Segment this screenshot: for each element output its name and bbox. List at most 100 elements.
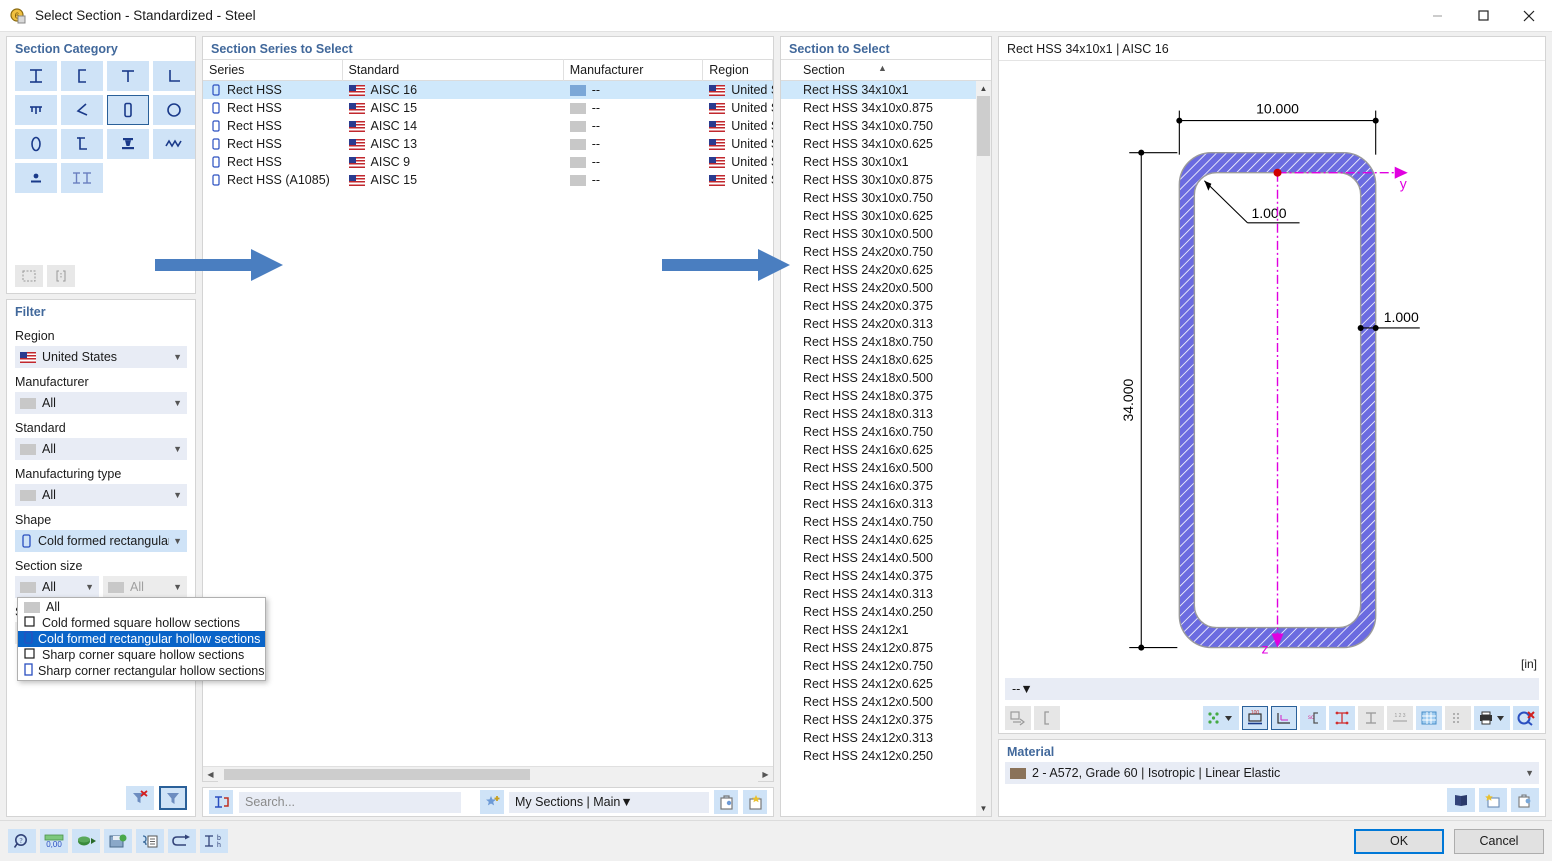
- list-item[interactable]: Rect HSS 24x18x0.375: [781, 387, 991, 405]
- scroll-up-icon[interactable]: ▲: [976, 81, 991, 96]
- minimize-button[interactable]: [1414, 0, 1460, 32]
- list-item[interactable]: Rect HSS 24x14x0.250: [781, 603, 991, 621]
- clear-filter-button[interactable]: [126, 786, 154, 810]
- info-button[interactable]: ?: [8, 829, 36, 853]
- display-options-button[interactable]: [1203, 706, 1239, 731]
- list-item[interactable]: Rect HSS 24x14x0.625: [781, 531, 991, 549]
- manufacturer-column-header[interactable]: Manufacturer: [564, 59, 704, 81]
- series-column-header[interactable]: Series: [203, 59, 343, 81]
- list-item[interactable]: Rect HSS 34x10x0.875: [781, 99, 991, 117]
- filter-shape-select[interactable]: Cold formed rectangular... ▼: [15, 530, 187, 552]
- category-circular-hollow-section[interactable]: [153, 95, 195, 125]
- section-list-scrollbar[interactable]: ▲ ▼: [976, 81, 991, 816]
- list-item[interactable]: Rect HSS 30x10x0.500: [781, 225, 991, 243]
- edit-material-button[interactable]: [1511, 788, 1539, 812]
- ok-button[interactable]: OK: [1354, 828, 1444, 854]
- category-rect-hollow-section[interactable]: [107, 95, 149, 125]
- category-round-bar-section[interactable]: [15, 163, 57, 193]
- shape-option[interactable]: Sharp corner rectangular hollow sections: [18, 663, 265, 679]
- favorites-select[interactable]: My Sections | Main ▼: [509, 791, 709, 813]
- section-info-icon[interactable]: [209, 790, 233, 814]
- scroll-thumb[interactable]: [977, 96, 990, 156]
- series-horizontal-scrollbar[interactable]: ◀ ▶: [203, 766, 773, 782]
- shape-option[interactable]: Cold formed square hollow sections: [18, 615, 265, 631]
- save-button[interactable]: [104, 829, 132, 853]
- list-item[interactable]: Rect HSS 30x10x0.625: [781, 207, 991, 225]
- standard-column-header[interactable]: Standard: [343, 59, 564, 81]
- category-tee-stem-section[interactable]: [107, 129, 149, 159]
- maximize-button[interactable]: [1460, 0, 1506, 32]
- section-rotate-button[interactable]: [1005, 706, 1031, 731]
- dimensions-toggle-button[interactable]: bh: [200, 829, 228, 853]
- section-shape-button[interactable]: [1034, 706, 1060, 731]
- scroll-right-icon[interactable]: ▶: [758, 770, 773, 779]
- parametric-section-button[interactable]: [47, 265, 75, 287]
- print-button[interactable]: [1474, 706, 1510, 731]
- apply-filter-button[interactable]: [159, 786, 187, 810]
- list-item[interactable]: Rect HSS 24x16x0.375: [781, 477, 991, 495]
- list-item[interactable]: Rect HSS 34x10x1: [781, 81, 991, 99]
- preview-canvas[interactable]: 10.000 34.000 1.000 1.000 y z [in]: [999, 61, 1545, 676]
- shear-center-button[interactable]: sc: [1300, 706, 1326, 731]
- shape-option[interactable]: Cold formed rectangular hollow sections: [18, 631, 265, 647]
- category-l-angle-section[interactable]: [153, 61, 195, 91]
- list-item[interactable]: Rect HSS 34x10x0.625: [781, 135, 991, 153]
- category-t-section[interactable]: [107, 61, 149, 91]
- list-item[interactable]: Rect HSS 24x16x0.750: [781, 423, 991, 441]
- preview-variant-select[interactable]: -- ▼: [1005, 678, 1539, 701]
- dimensions-button[interactable]: 100: [1242, 706, 1268, 731]
- list-item[interactable]: Rect HSS 24x12x0.875: [781, 639, 991, 657]
- filter-region-select[interactable]: United States ▼: [15, 346, 187, 368]
- copy-button[interactable]: [136, 829, 164, 853]
- list-item[interactable]: Rect HSS 24x18x0.500: [781, 369, 991, 387]
- filter-standard-select[interactable]: All ▼: [15, 438, 187, 460]
- category-rail-section[interactable]: [15, 95, 57, 125]
- section-outline-button[interactable]: [1358, 706, 1384, 731]
- category-i-section[interactable]: [15, 61, 57, 91]
- close-preview-button[interactable]: [1513, 706, 1539, 731]
- numbering-button[interactable]: 1 2 3: [1387, 706, 1413, 731]
- list-item[interactable]: Rect HSS 24x18x0.750: [781, 333, 991, 351]
- category-channel-section[interactable]: [61, 61, 103, 91]
- list-item[interactable]: Rect HSS 24x14x0.313: [781, 585, 991, 603]
- list-item[interactable]: Rect HSS 24x20x0.750: [781, 243, 991, 261]
- list-item[interactable]: Rect HSS 24x12x0.250: [781, 747, 991, 765]
- table-row[interactable]: Rect HSS AISC 13 -- United S: [203, 135, 773, 153]
- list-item[interactable]: Rect HSS 24x12x0.313: [781, 729, 991, 747]
- scroll-track[interactable]: [218, 766, 758, 782]
- list-item[interactable]: Rect HSS 24x18x0.313: [781, 405, 991, 423]
- list-item[interactable]: Rect HSS 30x10x0.875: [781, 171, 991, 189]
- manage-favorites-icon[interactable]: [714, 790, 738, 814]
- section-column-header[interactable]: Section ▲: [781, 59, 991, 81]
- list-item[interactable]: Rect HSS 24x16x0.313: [781, 495, 991, 513]
- export-button[interactable]: [72, 829, 100, 853]
- list-item[interactable]: Rect HSS 24x12x0.750: [781, 657, 991, 675]
- shape-option[interactable]: Sharp corner square hollow sections: [18, 647, 265, 663]
- search-input[interactable]: [239, 791, 461, 813]
- filter-manufacturer-select[interactable]: All ▼: [15, 392, 187, 414]
- undo-button[interactable]: [168, 829, 196, 853]
- category-corrugated-section[interactable]: [153, 129, 195, 159]
- list-item[interactable]: Rect HSS 24x12x0.625: [781, 675, 991, 693]
- material-library-button[interactable]: [1447, 788, 1475, 812]
- values-button[interactable]: 0,00: [40, 829, 68, 853]
- close-button[interactable]: [1506, 0, 1552, 32]
- filter-section-size-select-1[interactable]: All ▼: [15, 576, 99, 598]
- list-item[interactable]: Rect HSS 24x12x0.500: [781, 693, 991, 711]
- list-item[interactable]: Rect HSS 24x20x0.375: [781, 297, 991, 315]
- mesh-button[interactable]: [1445, 706, 1471, 731]
- list-item[interactable]: Rect HSS 24x12x1: [781, 621, 991, 639]
- list-item[interactable]: Rect HSS 30x10x1: [781, 153, 991, 171]
- new-material-button[interactable]: [1479, 788, 1507, 812]
- table-row[interactable]: Rect HSS AISC 9 -- United S: [203, 153, 773, 171]
- category-angle-section[interactable]: [61, 95, 103, 125]
- table-row[interactable]: Rect HSS AISC 15 -- United S: [203, 99, 773, 117]
- list-item[interactable]: Rect HSS 24x20x0.313: [781, 315, 991, 333]
- shape-dropdown-list[interactable]: All Cold formed square hollow sections Col…: [17, 597, 266, 681]
- list-item[interactable]: Rect HSS 24x16x0.500: [781, 459, 991, 477]
- axis-system-button[interactable]: [1271, 706, 1297, 731]
- scroll-thumb[interactable]: [224, 768, 530, 780]
- list-item[interactable]: Rect HSS 24x14x0.750: [781, 513, 991, 531]
- new-favorite-icon[interactable]: [743, 790, 767, 814]
- grid-button[interactable]: [1416, 706, 1442, 731]
